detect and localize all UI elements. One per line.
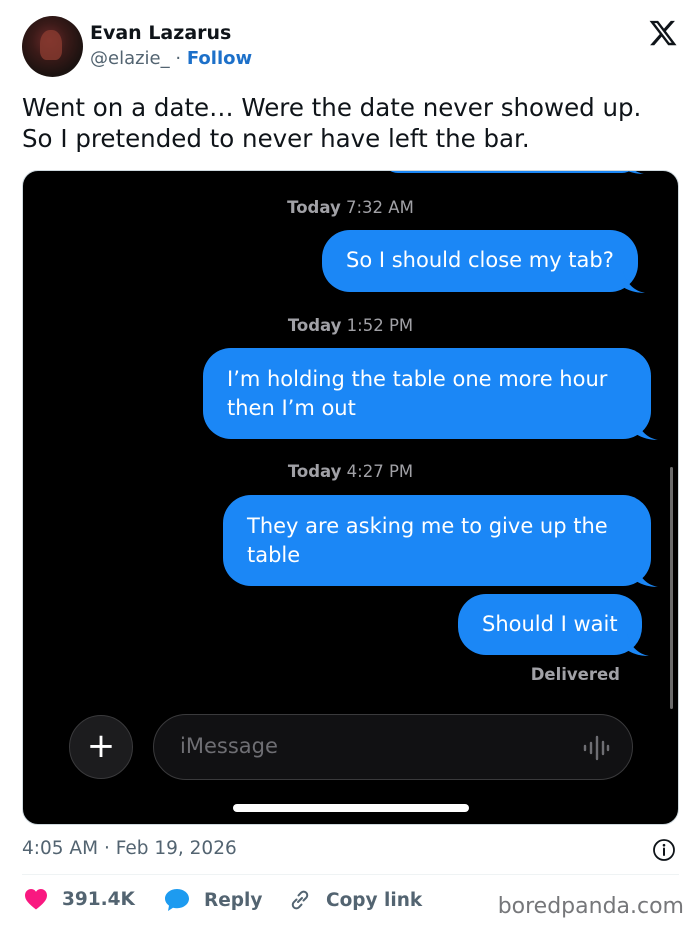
separator-dot: ·: [103, 838, 110, 859]
handle-row: @elazie_ · Follow: [90, 48, 252, 69]
scrollbar[interactable]: [670, 467, 673, 709]
avatar[interactable]: [22, 16, 83, 77]
message-bubble: Should I wait: [458, 594, 649, 656]
author-name[interactable]: Evan Lazarus: [90, 22, 231, 44]
bubble-tail-icon: [622, 271, 645, 293]
copy-link-label: Copy link: [326, 889, 423, 911]
message-bubble: They are asking me to give up the table: [223, 495, 658, 587]
heart-icon: [25, 889, 47, 910]
like-count: 391.4K: [62, 888, 135, 910]
timestamp: Today 4:27 PM: [287, 462, 414, 481]
delivered-status: Delivered: [530, 665, 620, 684]
reply-label: Reply: [204, 889, 263, 911]
tweet-date: Feb 19, 2026: [115, 838, 237, 859]
divider: [22, 874, 679, 875]
bubble-tail-icon: [626, 634, 649, 656]
message-bubble: So I should close my tab?: [322, 230, 645, 293]
message-text: Should I wait: [482, 612, 618, 636]
link-icon: [291, 890, 309, 910]
brand-watermark: boredpanda.com: [497, 894, 684, 919]
message-bubble-partial: [383, 171, 644, 174]
message-bubble: I’m holding the table one more hour then…: [203, 348, 658, 440]
timestamp: Today 1:52 PM: [287, 316, 414, 335]
home-indicator: [233, 804, 469, 812]
message-text: I’m holding the table one more hour: [227, 367, 608, 391]
message-text: They are asking me to give up the: [247, 514, 608, 538]
plus-icon[interactable]: +: [69, 715, 133, 779]
follow-button[interactable]: Follow: [187, 48, 252, 69]
timestamp: Today 7:32 AM: [287, 198, 414, 217]
bubble-tail-icon: [627, 171, 644, 174]
bubble-tail-icon: [636, 565, 658, 587]
bubble-tail-icon: [636, 418, 658, 440]
tweet-time: 4:05 AM: [22, 838, 99, 859]
tweet-timestamp[interactable]: 4:05 AM · Feb 19, 2026: [22, 838, 237, 859]
copy-link-button[interactable]: Copy link: [288, 888, 422, 912]
tweet-text: Went on a date… Were the date never show…: [22, 92, 682, 154]
tweet-header: Evan Lazarus @elazie_ · Follow: [22, 16, 682, 78]
imessage-input[interactable]: iMessage: [153, 714, 633, 780]
x-logo-icon[interactable]: [648, 18, 678, 48]
separator-dot: ·: [175, 48, 182, 69]
author-handle[interactable]: @elazie_: [90, 48, 170, 69]
message-text: So I should close my tab?: [346, 248, 614, 272]
message-text: then I’m out: [227, 396, 356, 420]
tweet-text-line: Went on a date… Were the date never show…: [22, 93, 642, 122]
tweet-text-line: So I pretended to never have left the ba…: [22, 124, 530, 153]
reply-button[interactable]: Reply: [164, 888, 262, 912]
message-text: table: [247, 543, 301, 567]
tweet-media-image[interactable]: Today 7:32 AM So I should close my tab? …: [22, 170, 679, 825]
info-icon[interactable]: [652, 838, 676, 862]
reply-bubble-icon: [165, 889, 189, 911]
imessage-placeholder: iMessage: [180, 734, 278, 758]
audio-wave-icon[interactable]: [582, 735, 610, 761]
like-button[interactable]: 391.4K: [24, 888, 135, 910]
